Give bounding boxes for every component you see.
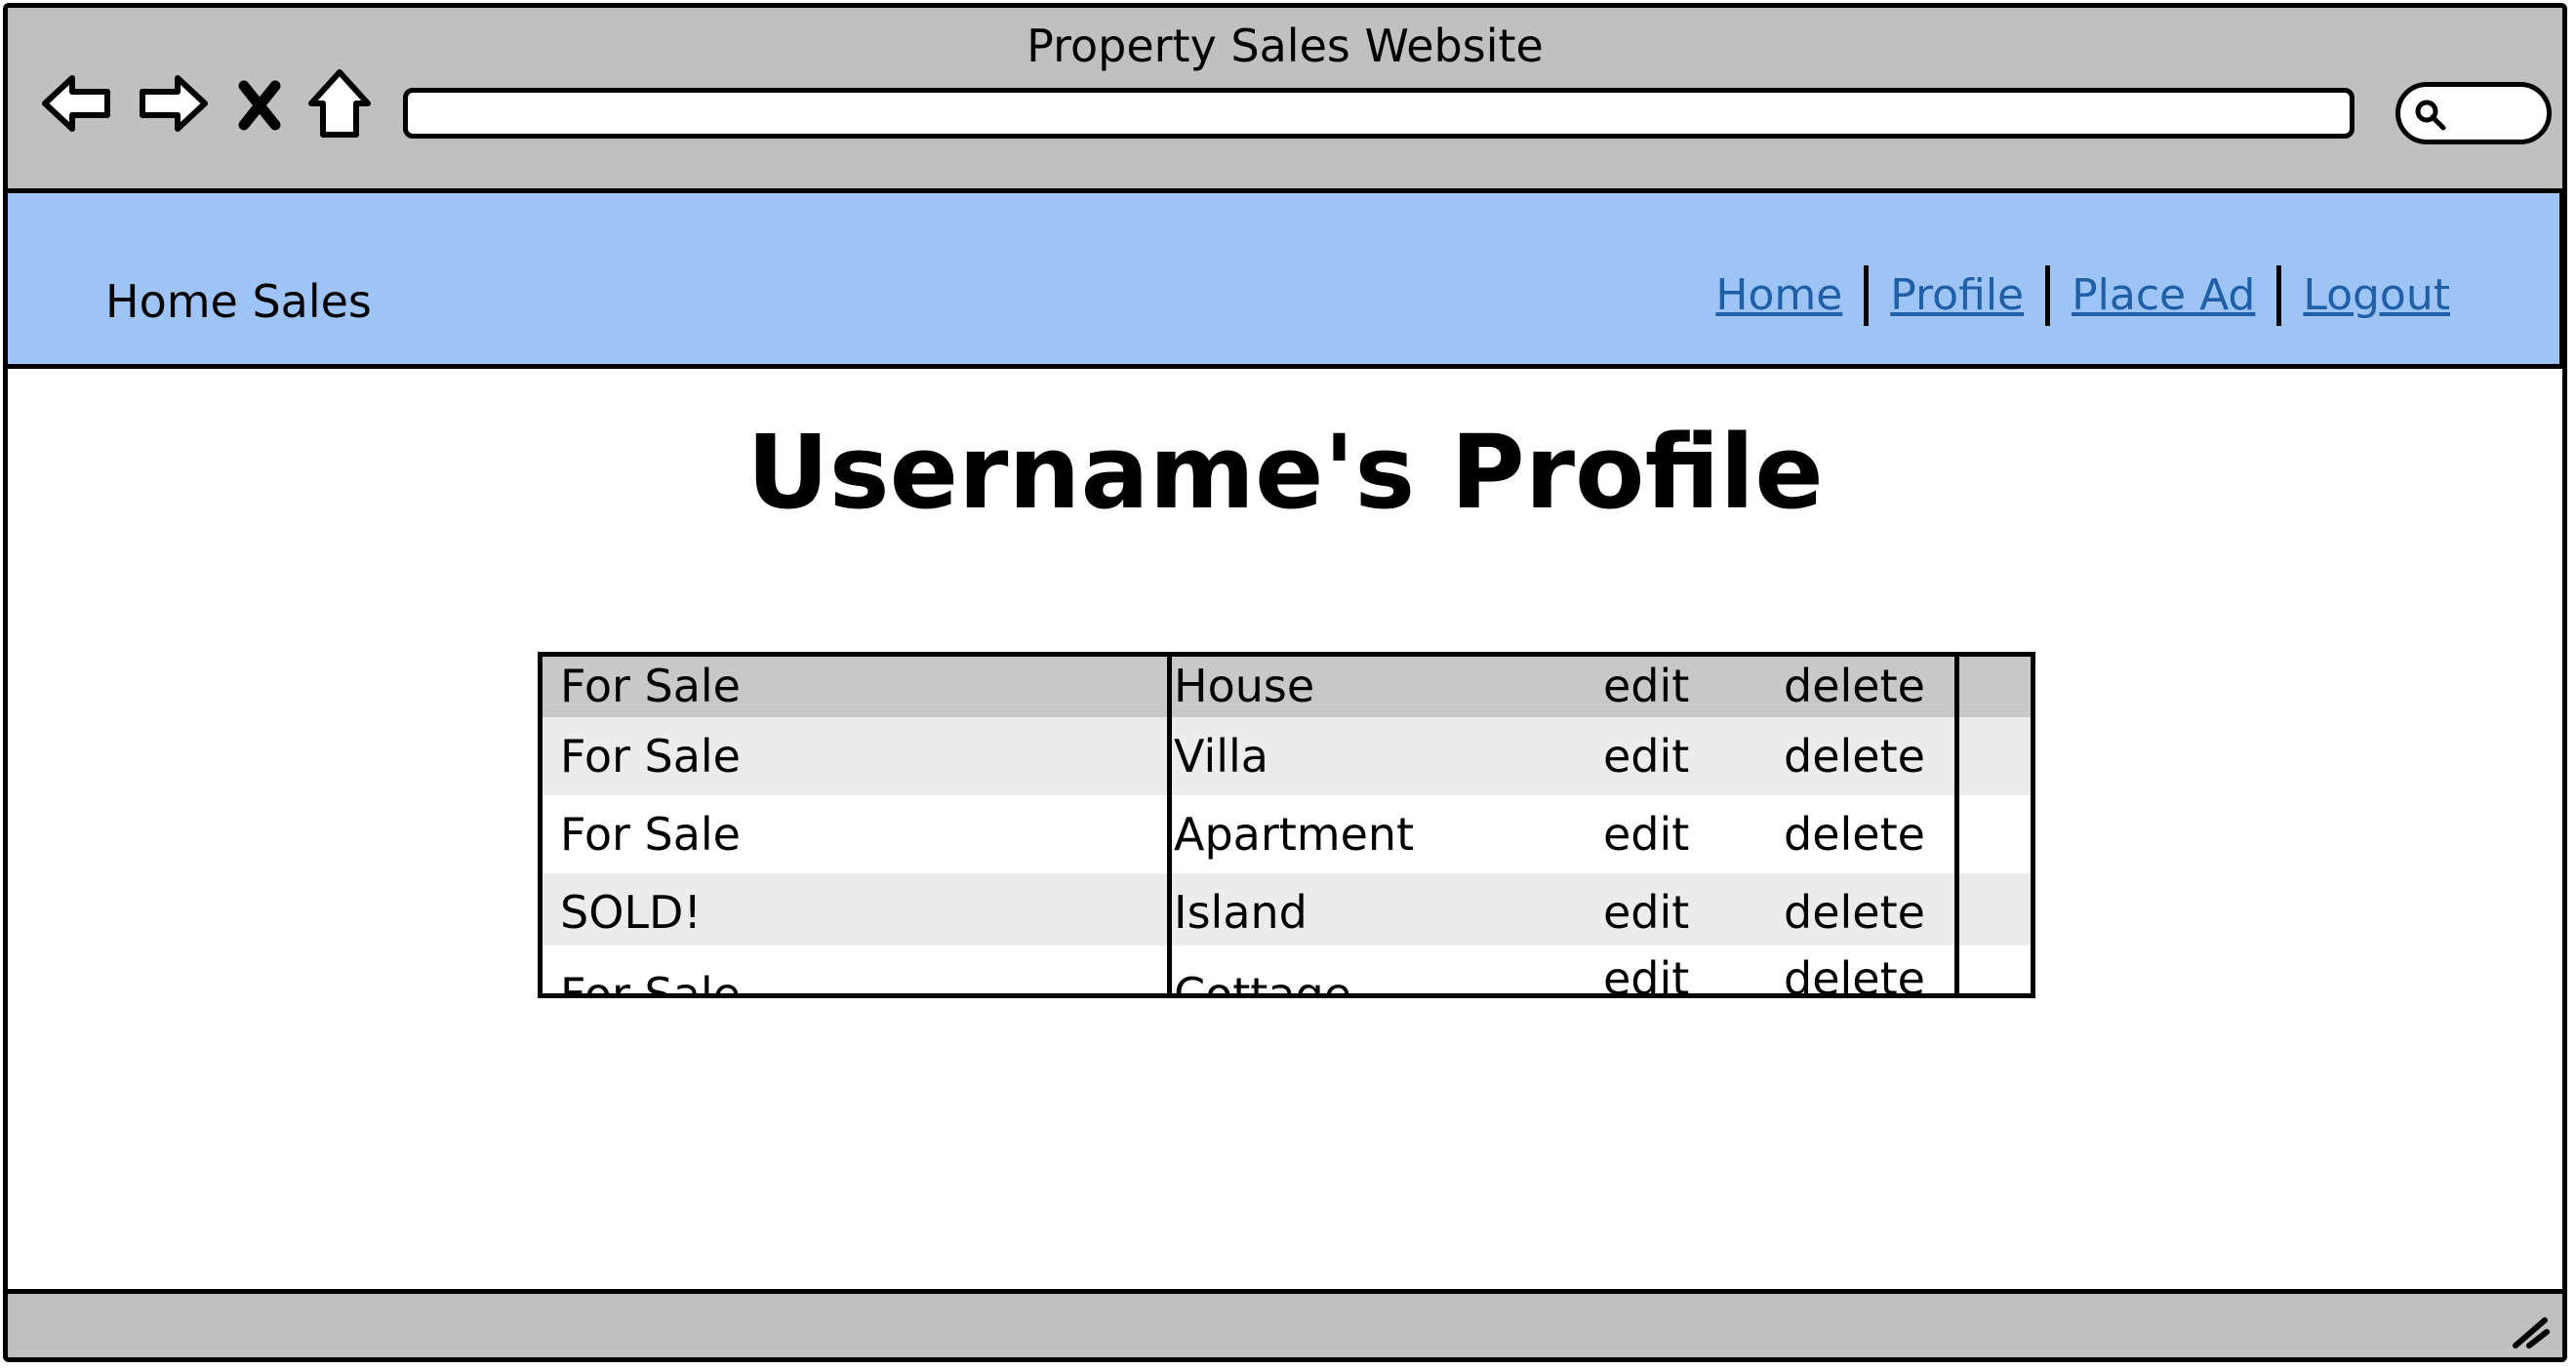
close-icon[interactable] xyxy=(230,64,289,142)
delete-link[interactable]: delete xyxy=(1784,886,1925,939)
table-row[interactable]: SOLD! Island edit delete xyxy=(543,873,2031,951)
delete-link[interactable]: delete xyxy=(1784,660,1925,712)
listing-type: Cottage xyxy=(1174,967,1352,998)
table-row[interactable]: For Sale Apartment edit delete xyxy=(543,795,2031,873)
browser-window: Property Sales Website Home Sales Home P… xyxy=(3,3,2567,1362)
listing-type: Island xyxy=(1174,886,1308,939)
nav-link-place-ad[interactable]: Place Ad xyxy=(2050,266,2276,325)
listing-type: Villa xyxy=(1174,730,1268,783)
edit-link[interactable]: edit xyxy=(1603,952,1689,993)
main-nav: Home Profile Place Ad Logout xyxy=(1694,265,2472,326)
window-title: Property Sales Website xyxy=(1026,20,1544,72)
column-divider xyxy=(1954,657,1959,993)
back-arrow-icon[interactable] xyxy=(37,64,115,142)
url-bar[interactable] xyxy=(403,88,2355,139)
edit-link[interactable]: edit xyxy=(1603,808,1689,861)
listing-status: For Sale xyxy=(560,660,741,712)
listing-status: For Sale xyxy=(560,967,741,998)
edit-link[interactable]: edit xyxy=(1603,730,1689,783)
search-field[interactable] xyxy=(2395,82,2552,144)
table-row[interactable]: For Sale House edit delete xyxy=(543,657,2031,717)
edit-link[interactable]: edit xyxy=(1603,886,1689,939)
site-name: Home Sales xyxy=(105,275,372,328)
nav-link-logout[interactable]: Logout xyxy=(2281,266,2472,325)
column-divider xyxy=(1167,657,1172,993)
nav-link-home[interactable]: Home xyxy=(1694,266,1864,325)
listing-status: For Sale xyxy=(560,730,741,783)
table-row[interactable]: For Sale Cottage edit delete xyxy=(543,946,2031,998)
site-header: Home Sales Home Profile Place Ad Logout xyxy=(8,193,2562,369)
delete-link[interactable]: delete xyxy=(1784,808,1925,861)
status-bar xyxy=(8,1289,2562,1357)
listing-type: House xyxy=(1174,660,1315,712)
browser-chrome: Property Sales Website xyxy=(8,8,2562,193)
listing-type: Apartment xyxy=(1174,808,1415,861)
listings-table: For Sale House edit delete For Sale Vill… xyxy=(538,652,2035,998)
delete-link[interactable]: delete xyxy=(1784,952,1925,993)
nav-link-profile[interactable]: Profile xyxy=(1869,266,2045,325)
forward-arrow-icon[interactable] xyxy=(135,64,213,142)
delete-link[interactable]: delete xyxy=(1784,730,1925,783)
search-icon xyxy=(2415,100,2446,131)
table-row[interactable]: For Sale Villa edit delete xyxy=(543,717,2031,795)
resize-grip-icon[interactable] xyxy=(2506,1307,2551,1351)
listing-status: SOLD! xyxy=(560,886,702,939)
listing-status: For Sale xyxy=(560,808,741,861)
edit-link[interactable]: edit xyxy=(1603,660,1689,712)
page-title: Username's Profile xyxy=(746,413,1824,532)
home-icon[interactable] xyxy=(305,64,374,142)
